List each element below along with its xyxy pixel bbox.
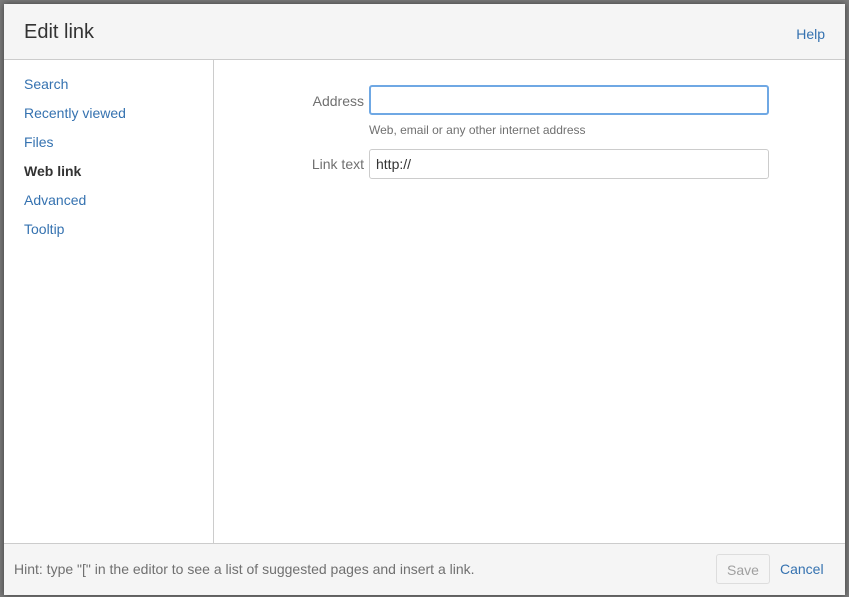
- address-label: Address: [312, 93, 364, 109]
- dialog-header: Edit link Help: [4, 4, 845, 60]
- address-description: Web, email or any other internet address: [369, 123, 586, 137]
- link-text-input[interactable]: [369, 149, 769, 179]
- link-text-label: Link text: [311, 156, 364, 172]
- sidebar-item-files[interactable]: Files: [4, 132, 213, 161]
- sidebar-nav: Search Recently viewed Files Web link Ad…: [4, 60, 214, 543]
- cancel-button[interactable]: Cancel: [780, 561, 824, 577]
- address-input[interactable]: [369, 85, 769, 115]
- sidebar-item-recently-viewed[interactable]: Recently viewed: [4, 103, 213, 132]
- dialog-title: Edit link: [24, 21, 95, 43]
- sidebar-item-tooltip[interactable]: Tooltip: [4, 219, 213, 248]
- sidebar-item-advanced[interactable]: Advanced: [4, 190, 213, 219]
- sidebar-item-web-link[interactable]: Web link: [4, 161, 213, 190]
- save-button[interactable]: Save: [716, 554, 770, 584]
- edit-link-dialog: Edit link Help Search Recently viewed Fi…: [4, 4, 845, 595]
- sidebar-item-search[interactable]: Search: [4, 74, 213, 103]
- hint-text: Hint: type "[" in the editor to see a li…: [14, 561, 475, 577]
- help-link[interactable]: Help: [796, 26, 825, 42]
- web-link-panel: Address Web, email or any other internet…: [214, 60, 845, 543]
- dialog-footer: Hint: type "[" in the editor to see a li…: [4, 543, 845, 595]
